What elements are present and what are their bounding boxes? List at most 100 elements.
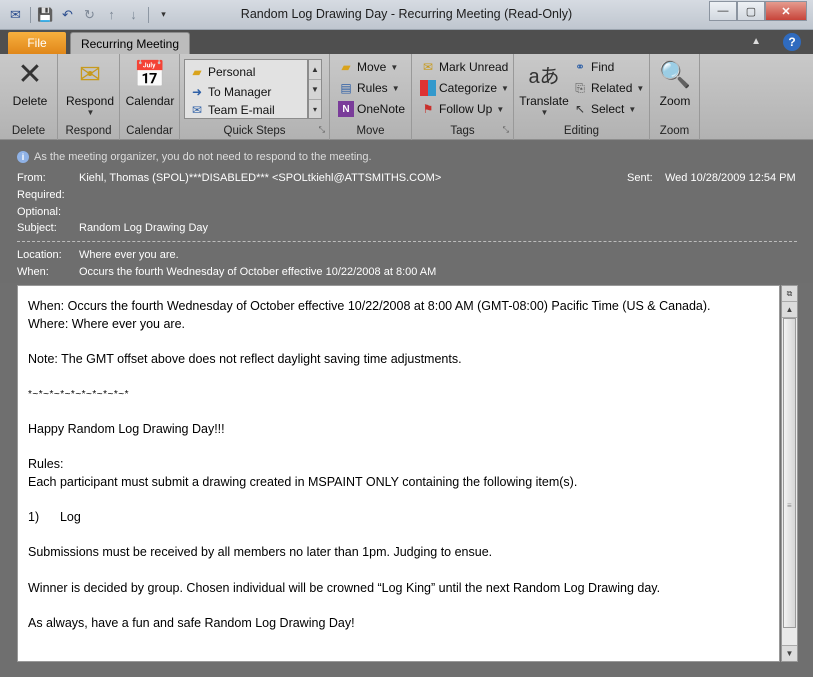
calendar-label: Calendar [125,94,175,108]
header-divider [17,241,797,242]
chevron-down-icon: ▼ [501,83,509,93]
follow-up-label: Follow Up [439,102,493,116]
more-icon[interactable]: ▾ [309,100,321,120]
body-scrollbar[interactable]: ⧉ ▲ ≡ ▼ [781,285,798,662]
scrollbar-thumb[interactable]: ≡ [783,318,796,628]
translate-button[interactable]: aあ Translate ▼ [518,58,570,118]
window-controls: — ▢ ✕ [709,1,807,21]
window-title: Random Log Drawing Day - Recurring Meeti… [240,7,573,21]
body-where: Where: Where ever you are. [28,316,186,331]
forward-arrow-icon: ➜ [191,85,203,99]
select-button[interactable]: ↖ Select ▼ [572,99,636,119]
required-label: Required: [17,189,65,201]
quick-step-label: Personal [208,65,256,79]
chevron-down-icon: ▼ [86,108,95,117]
optional-label: Optional: [17,206,62,218]
from-label: From: [17,172,46,184]
quick-steps-scrollbar[interactable]: ▲ ▼ ▾ [308,59,322,119]
dialog-launcher-icon[interactable]: ⤡ [319,125,325,135]
delete-button[interactable]: ✕ Delete [8,58,52,109]
group-move: ▰ Move ▼ ▤ Rules ▼ N OneNote Move [330,54,412,140]
when-value: Occurs the fourth Wednesday of October e… [79,266,437,278]
select-label: Select [591,102,625,116]
dialog-launcher-icon[interactable]: ⤡ [503,125,509,135]
chevron-down-icon: ▼ [636,83,645,93]
move-label: Move [357,60,387,74]
body-winner: Winner is decided by group. Chosen indiv… [28,580,661,595]
group-respond: ✉ Respond ▼ Respond [58,54,120,140]
sent-value: Wed 10/28/2009 12:54 PM [665,172,796,184]
flag-icon: ⚑ [422,102,434,116]
scroll-up-icon[interactable]: ▲ [309,60,321,80]
rules-label: Rules [357,81,388,95]
info-text: As the meeting organizer, you do not nee… [34,151,372,163]
quick-step-personal[interactable]: ▰ Personal [189,62,255,82]
scroll-down-icon[interactable]: ▼ [782,645,797,661]
info-icon: i [17,151,29,163]
respond-button[interactable]: ✉ Respond ▼ [62,58,118,118]
quick-step-team-email[interactable]: ✉ Team E-mail [189,100,275,120]
group-label-quick-steps: Quick Steps [223,125,286,137]
categorize-icon [420,80,436,96]
onenote-label: OneNote [357,102,406,116]
message-body[interactable]: When: Occurs the fourth Wednesday of Oct… [17,285,780,662]
location-label: Location: [17,249,62,261]
group-label-calendar: Calendar [126,125,173,137]
split-icon[interactable]: ⧉ [782,286,797,302]
group-label-respond: Respond [65,125,112,137]
magnifier-icon: 🔍 [658,58,692,89]
from-value[interactable]: Kiehl, Thomas (SPOL)***DISABLED*** <SPOL… [79,172,441,184]
body-rules-title: Rules: [28,457,64,472]
mark-unread-button[interactable]: ✉ Mark Unread [420,57,508,77]
body-when: When: Occurs the fourth Wednesday of Oct… [28,299,711,313]
help-button[interactable]: ? [783,33,801,51]
translate-label: Translate [519,94,569,108]
group-zoom: 🔍 Zoom Zoom [650,54,700,140]
quick-step-to-manager[interactable]: ➜ To Manager [189,82,271,102]
group-label-zoom: Zoom [659,125,690,137]
zoom-button[interactable]: 🔍 Zoom [652,58,698,109]
sent-label: Sent: [627,172,653,184]
respond-envelope-icon: ✉ [79,58,101,89]
translate-icon: aあ [528,65,560,88]
tab-file[interactable]: File [8,32,66,54]
chevron-down-icon: ▼ [628,104,637,114]
find-button[interactable]: ⚭ Find [572,57,614,77]
calendar-icon: 📅 [133,58,167,89]
tab-recurring-meeting[interactable]: Recurring Meeting [70,32,190,54]
cursor-icon: ↖ [574,102,586,116]
delete-label: Delete [12,94,48,108]
quick-step-label: Team E-mail [208,103,275,117]
ribbon-tab-strip: File Recurring Meeting ▲ ? [0,30,813,54]
subject-value: Random Log Drawing Day [79,222,209,234]
mark-unread-label: Mark Unread [439,60,509,74]
chevron-down-icon: ▼ [390,62,399,72]
onenote-button[interactable]: N OneNote [338,99,405,119]
rules-button[interactable]: ▤ Rules ▼ [338,78,399,98]
rules-icon: ▤ [340,81,352,95]
move-button[interactable]: ▰ Move ▼ [338,57,398,77]
when-label: When: [17,266,49,278]
message-header: i As the meeting organizer, you do not n… [0,141,813,283]
title-bar: ✉ 💾 ↶ ↻ ↑ ↓ ▾ Random Log Drawing Day - R… [0,0,813,30]
zoom-label: Zoom [659,94,691,108]
follow-up-button[interactable]: ⚑ Follow Up ▼ [420,99,505,119]
related-button[interactable]: ⎘ Related ▼ [572,78,644,98]
envelope-icon: ✉ [422,60,434,74]
minimize-button[interactable]: — [709,1,737,21]
calendar-button[interactable]: 📅 Calendar [124,58,176,109]
scroll-down-icon[interactable]: ▼ [309,80,321,100]
info-bar: i As the meeting organizer, you do not n… [17,151,372,163]
categorize-label: Categorize [439,81,498,95]
find-label: Find [591,60,615,74]
close-button[interactable]: ✕ [765,1,807,21]
scroll-up-icon[interactable]: ▲ [782,302,797,318]
chevron-down-icon: ▼ [540,108,549,117]
minimize-ribbon-icon[interactable]: ▲ [751,36,761,47]
categorize-button[interactable]: Categorize ▼ [420,78,509,98]
body-closing: As always, have a fun and safe Random Lo… [28,615,355,630]
group-calendar: 📅 Calendar Calendar [120,54,180,140]
maximize-button[interactable]: ▢ [737,1,765,21]
related-label: Related [591,81,633,95]
subject-label: Subject: [17,222,57,234]
